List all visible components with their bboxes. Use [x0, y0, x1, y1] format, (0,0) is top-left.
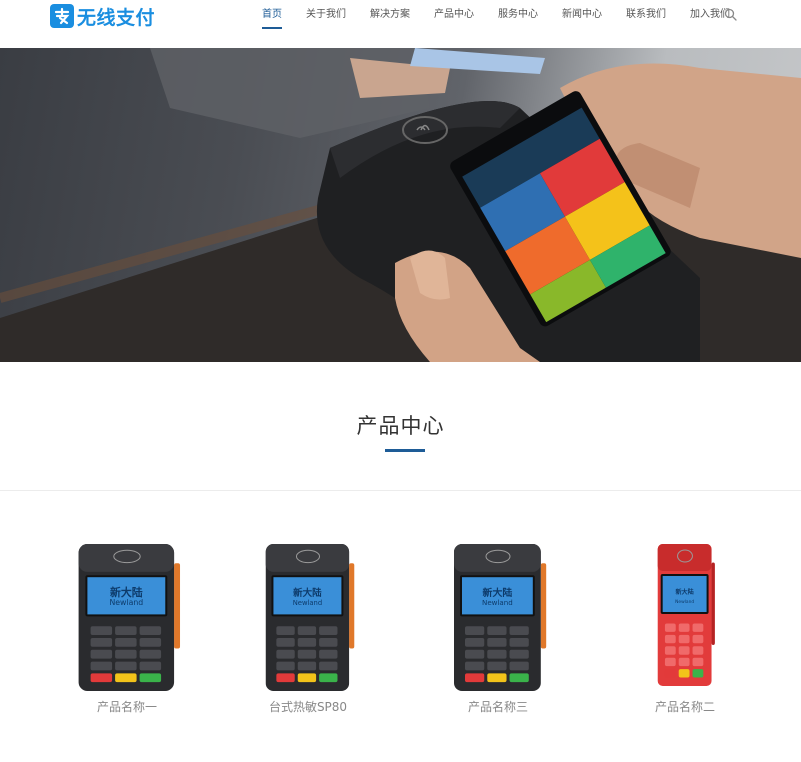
- pos-terminal-image: 新大陆 Newland: [657, 544, 715, 686]
- svg-text:新大陆: 新大陆: [110, 585, 143, 599]
- nav-about[interactable]: 关于我们: [306, 0, 346, 30]
- svg-text:Newland: Newland: [293, 599, 322, 607]
- main-nav: 首页 关于我们 解决方案 产品中心 服务中心 新闻中心 联系我们 加入我们: [262, 0, 730, 30]
- svg-text:新大陆: 新大陆: [293, 587, 322, 599]
- banner-image: [0, 48, 801, 362]
- product-card-4[interactable]: 新大陆 Newland: [654, 540, 716, 690]
- svg-text:Newland: Newland: [675, 599, 694, 605]
- section-underline: [385, 449, 425, 452]
- pos-terminal-image: 新大陆Newland: [265, 544, 355, 691]
- nav-solutions[interactable]: 解决方案: [370, 0, 410, 30]
- logo-text: 无线支付: [77, 6, 156, 29]
- product-name[interactable]: 产品名称一: [72, 698, 182, 715]
- section-title: 产品中心: [356, 414, 445, 438]
- nav-products[interactable]: 产品中心: [434, 0, 474, 30]
- product-card-2[interactable]: 新大陆 Newland: [260, 540, 356, 695]
- site-header: 无线支付 首页 关于我们 解决方案 产品中心 服务中心 新闻中心 联系我们 加入…: [0, 0, 801, 48]
- product-card-1[interactable]: 新大陆 Newland: [72, 540, 182, 695]
- pos-terminal-image: 新大陆Newland: [78, 544, 181, 691]
- svg-text:新大陆: 新大陆: [675, 588, 693, 596]
- product-name[interactable]: 产品名称三: [448, 698, 548, 715]
- svg-text:新大陆: 新大陆: [483, 586, 513, 599]
- product-card-3[interactable]: 新大陆 Newland: [448, 540, 548, 695]
- svg-text:Newland: Newland: [482, 598, 513, 607]
- search-icon[interactable]: [723, 7, 739, 23]
- svg-text:Newland: Newland: [109, 598, 143, 607]
- nav-services[interactable]: 服务中心: [498, 0, 538, 30]
- hero-banner[interactable]: [0, 48, 801, 362]
- nav-news[interactable]: 新闻中心: [562, 0, 602, 30]
- product-name[interactable]: 产品名称二: [635, 698, 735, 715]
- pos-terminal-image: 新大陆Newland: [454, 544, 547, 691]
- section-divider: [0, 490, 801, 491]
- nav-contact[interactable]: 联系我们: [626, 0, 666, 30]
- site-logo[interactable]: 无线支付: [50, 4, 156, 29]
- nav-home[interactable]: 首页: [262, 0, 282, 30]
- product-name[interactable]: 台式热敏SP80: [258, 698, 358, 715]
- payment-logo-icon: [50, 4, 74, 28]
